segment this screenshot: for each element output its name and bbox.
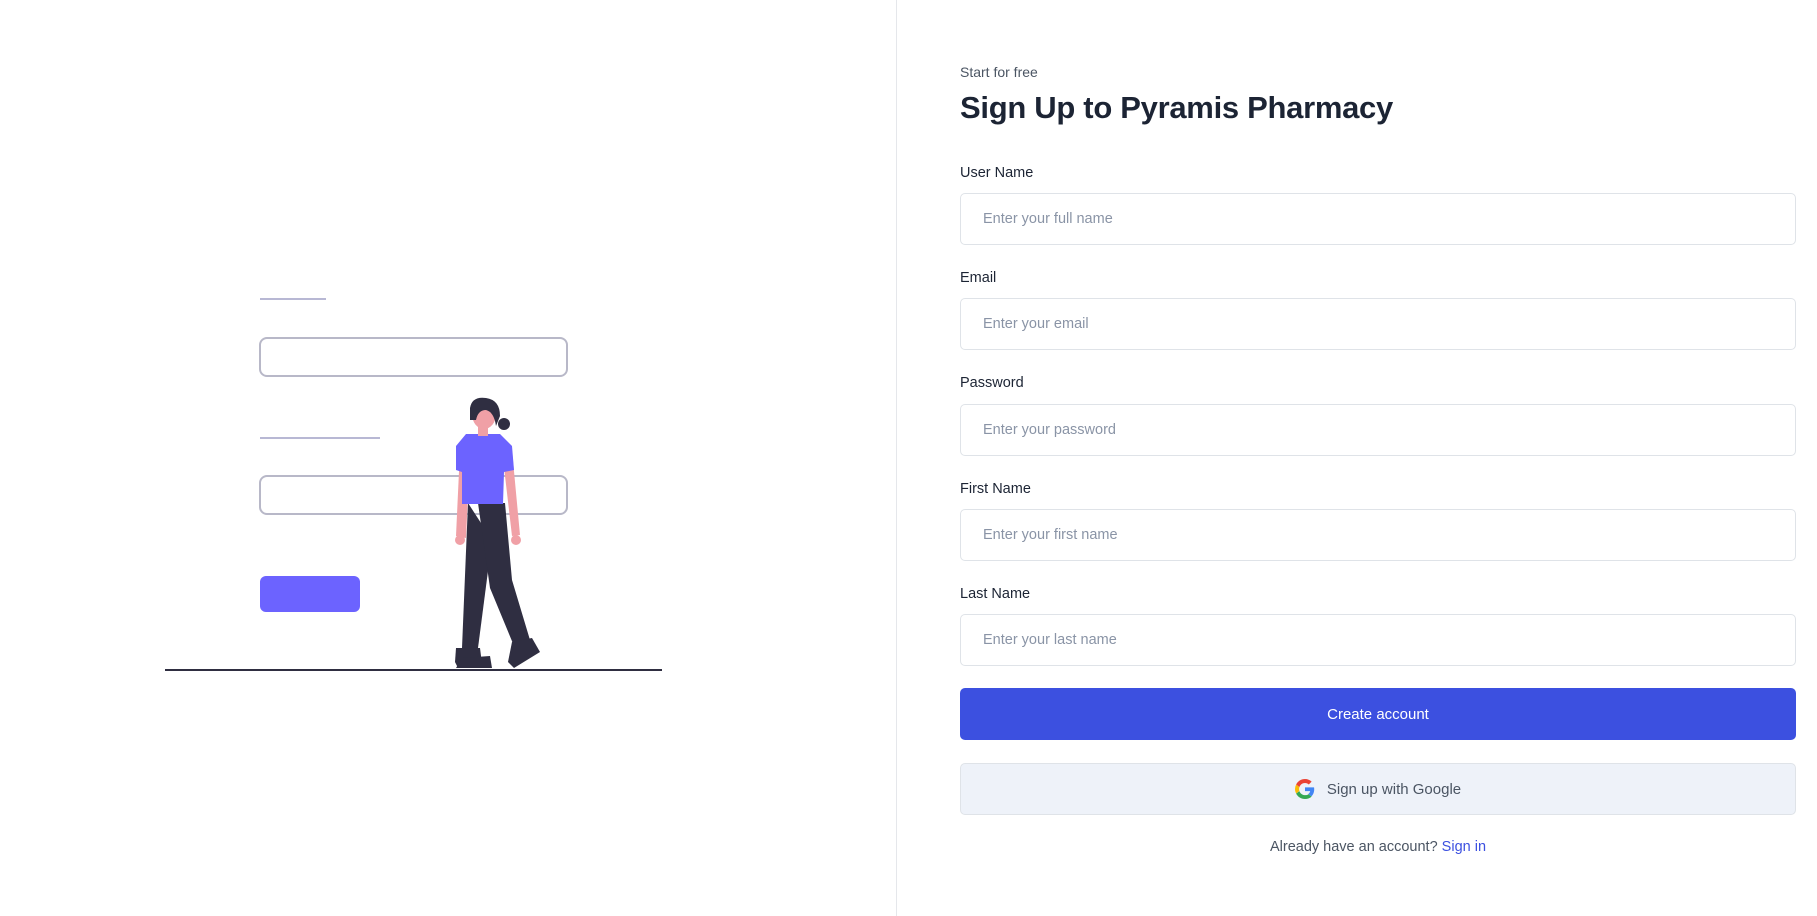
username-label: User Name	[960, 165, 1034, 181]
google-icon	[1294, 779, 1315, 799]
signin-prompt-text: Already have an account?	[1269, 839, 1438, 855]
mock-input-2	[259, 475, 568, 515]
mock-input-1	[259, 337, 568, 377]
tagline: Start for free	[960, 64, 1038, 80]
signin-link[interactable]: Sign in	[1442, 839, 1486, 855]
password-input[interactable]	[960, 404, 1796, 456]
illustration-panel	[0, 0, 896, 916]
google-signup-label: Sign up with Google	[1326, 780, 1462, 798]
person-figure	[455, 397, 540, 668]
create-account-button[interactable]: Create account	[960, 688, 1796, 740]
first-name-input[interactable]	[960, 509, 1796, 561]
signup-illustration	[165, 298, 662, 671]
mock-button	[260, 576, 360, 612]
first-name-label: First Name	[960, 481, 1031, 497]
last-name-input[interactable]	[960, 614, 1796, 666]
panel-divider	[896, 0, 897, 916]
signup-page: Start for free Sign Up to Pyramis Pharma…	[0, 0, 1817, 916]
google-signup-button[interactable]: Sign up with Google	[960, 763, 1796, 815]
signin-prompt: Already have an account? Sign in	[960, 839, 1796, 855]
email-input[interactable]	[960, 298, 1796, 350]
last-name-label: Last Name	[960, 586, 1031, 602]
username-input[interactable]	[960, 193, 1796, 245]
password-label: Password	[960, 375, 1024, 391]
page-title: Sign Up to Pyramis Pharmacy	[960, 90, 1393, 125]
email-label: Email	[960, 270, 997, 286]
